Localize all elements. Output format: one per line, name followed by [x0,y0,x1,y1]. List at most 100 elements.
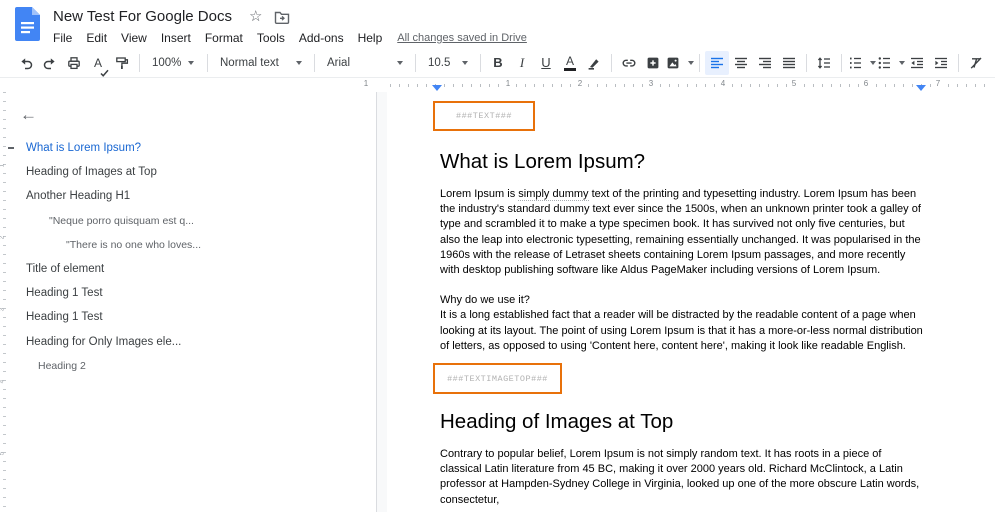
close-outline-button[interactable]: ← [20,106,37,123]
text-color-letter: A [565,53,574,68]
placeholder-tag: ###TEXTIMAGETOP### [447,373,548,384]
decrease-indent-button[interactable] [905,51,929,75]
menu-format[interactable]: Format [198,31,250,45]
document-heading-1[interactable]: What is Lorem Ipsum? [440,150,995,174]
menu-file[interactable]: File [46,31,79,45]
ruler-mark: 7 [933,79,943,88]
clear-formatting-button[interactable] [964,51,988,75]
insert-link-button[interactable] [617,51,641,75]
outline-list: What is Lorem Ipsum? Heading of Images a… [8,136,376,378]
placeholder-text-box[interactable]: ###TEXT### [433,101,535,131]
menu-addons[interactable]: Add-ons [292,31,351,45]
outline-item[interactable]: Heading 1 Test [8,281,376,305]
chevron-down-icon [296,61,302,68]
document-heading-2[interactable]: Heading of Images at Top [440,410,995,434]
star-icon[interactable]: ☆ [249,9,262,24]
highlighter-icon [588,58,599,70]
font-select[interactable]: Arial [320,51,410,75]
insert-image-button[interactable] [665,51,694,75]
toolbar-separator [415,53,416,72]
align-justify-button[interactable] [777,51,801,75]
align-left-button[interactable] [705,50,729,75]
outline-item[interactable]: What is Lorem Ipsum? [8,136,376,160]
toolbar: A 100% Normal text Arial 10.5 B I U A [0,48,995,78]
placeholder-tag: ###TEXT### [455,111,512,121]
add-comment-icon [647,57,659,68]
outline-item[interactable]: Another Heading H1 [8,184,376,208]
clear-formatting-icon [970,57,982,69]
zoom-select[interactable]: 100% [145,51,202,75]
align-left-icon [711,57,723,68]
document-title[interactable]: New Test For Google Docs [53,8,232,25]
font-size-select[interactable]: 10.5 [421,51,475,75]
toolbar-separator [611,53,612,72]
menu-tools[interactable]: Tools [250,31,292,45]
placeholder-textimagetop-box[interactable]: ###TEXTIMAGETOP### [433,363,562,395]
ruler-mark: 5 [789,79,799,88]
insert-image-icon [667,57,679,68]
move-to-folder-icon[interactable] [274,10,290,24]
align-right-button[interactable] [753,51,777,75]
add-comment-button[interactable] [641,51,665,75]
ruler-mark: 2 [575,79,585,88]
text-color-bar [564,67,576,71]
spellcheck-button[interactable]: A [86,51,110,77]
document-page[interactable]: ###TEXT### What is Lorem Ipsum? Lorem Ip… [387,92,995,512]
spellcheck-marked-text[interactable]: simply dummy [518,188,589,201]
ruler-mark: 6 [861,79,871,88]
ruler-mark: 4 [0,380,5,384]
styles-value: Normal text [220,56,279,69]
menu-edit[interactable]: Edit [79,31,114,45]
menu-help[interactable]: Help [351,31,390,45]
outline-item[interactable]: "Neque porro quisquam est q... [8,209,376,233]
undo-button[interactable] [14,51,38,75]
saved-status-link[interactable]: All changes saved in Drive [397,32,527,44]
menu-insert[interactable]: Insert [154,31,198,45]
paint-format-button[interactable] [110,51,134,75]
bulleted-list-button[interactable] [876,51,905,75]
line-spacing-button[interactable] [812,51,836,75]
ruler-mark: 3 [0,308,5,312]
print-icon [68,56,80,69]
toolbar-separator [958,53,959,72]
text-color-button[interactable]: A [558,51,582,75]
document-paragraph[interactable]: Why do we use it? It is a long establishe… [440,293,924,354]
underline-button[interactable]: U [534,51,558,75]
paragraph-text: text of the printing and typesetting ind… [440,188,921,277]
outline-item[interactable]: Heading 2 [8,354,376,378]
document-outline-panel: ← What is Lorem Ipsum? Heading of Images… [8,92,376,512]
align-center-button[interactable] [729,51,753,75]
paragraph-text: It is a long established fact that a rea… [440,309,923,352]
document-paragraph[interactable]: Contrary to popular belief, Lorem Ipsum … [440,447,924,508]
redo-button[interactable] [38,51,62,75]
zoom-value: 100% [152,56,182,69]
paint-format-icon [116,56,129,69]
horizontal-ruler[interactable]: 1 1 2 3 4 5 6 7 [0,78,995,93]
line-spacing-icon [817,56,830,69]
outline-item[interactable]: "There is no one who loves... [8,233,376,257]
outline-item[interactable]: Heading for Only Images ele... [8,330,376,354]
document-paragraph[interactable]: Lorem Ipsum is simply dummy text of the … [440,187,924,278]
redo-icon [43,57,55,69]
chevron-down-icon [397,61,403,68]
print-button[interactable] [62,51,86,75]
numbered-list-button[interactable] [847,51,876,75]
styles-select[interactable]: Normal text [213,51,309,75]
align-center-icon [735,57,747,68]
outline-item[interactable]: Title of element [8,257,376,281]
increase-indent-button[interactable] [929,51,953,75]
ruler-ticks [390,84,993,87]
chevron-down-icon [688,61,694,68]
highlight-color-button[interactable] [582,51,606,75]
google-docs-logo-icon[interactable] [14,6,42,47]
align-justify-icon [783,57,795,68]
bulleted-list-icon [878,56,890,69]
numbered-list-icon [850,57,861,68]
italic-button[interactable]: I [510,51,534,75]
menu-view[interactable]: View [114,31,154,45]
ruler-mark: 4 [718,79,728,88]
bold-button[interactable]: B [486,51,510,75]
outline-item[interactable]: Heading 1 Test [8,305,376,329]
outline-item[interactable]: Heading of Images at Top [8,160,376,184]
header: New Test For Google Docs ☆ File Edit Vie… [0,0,995,48]
